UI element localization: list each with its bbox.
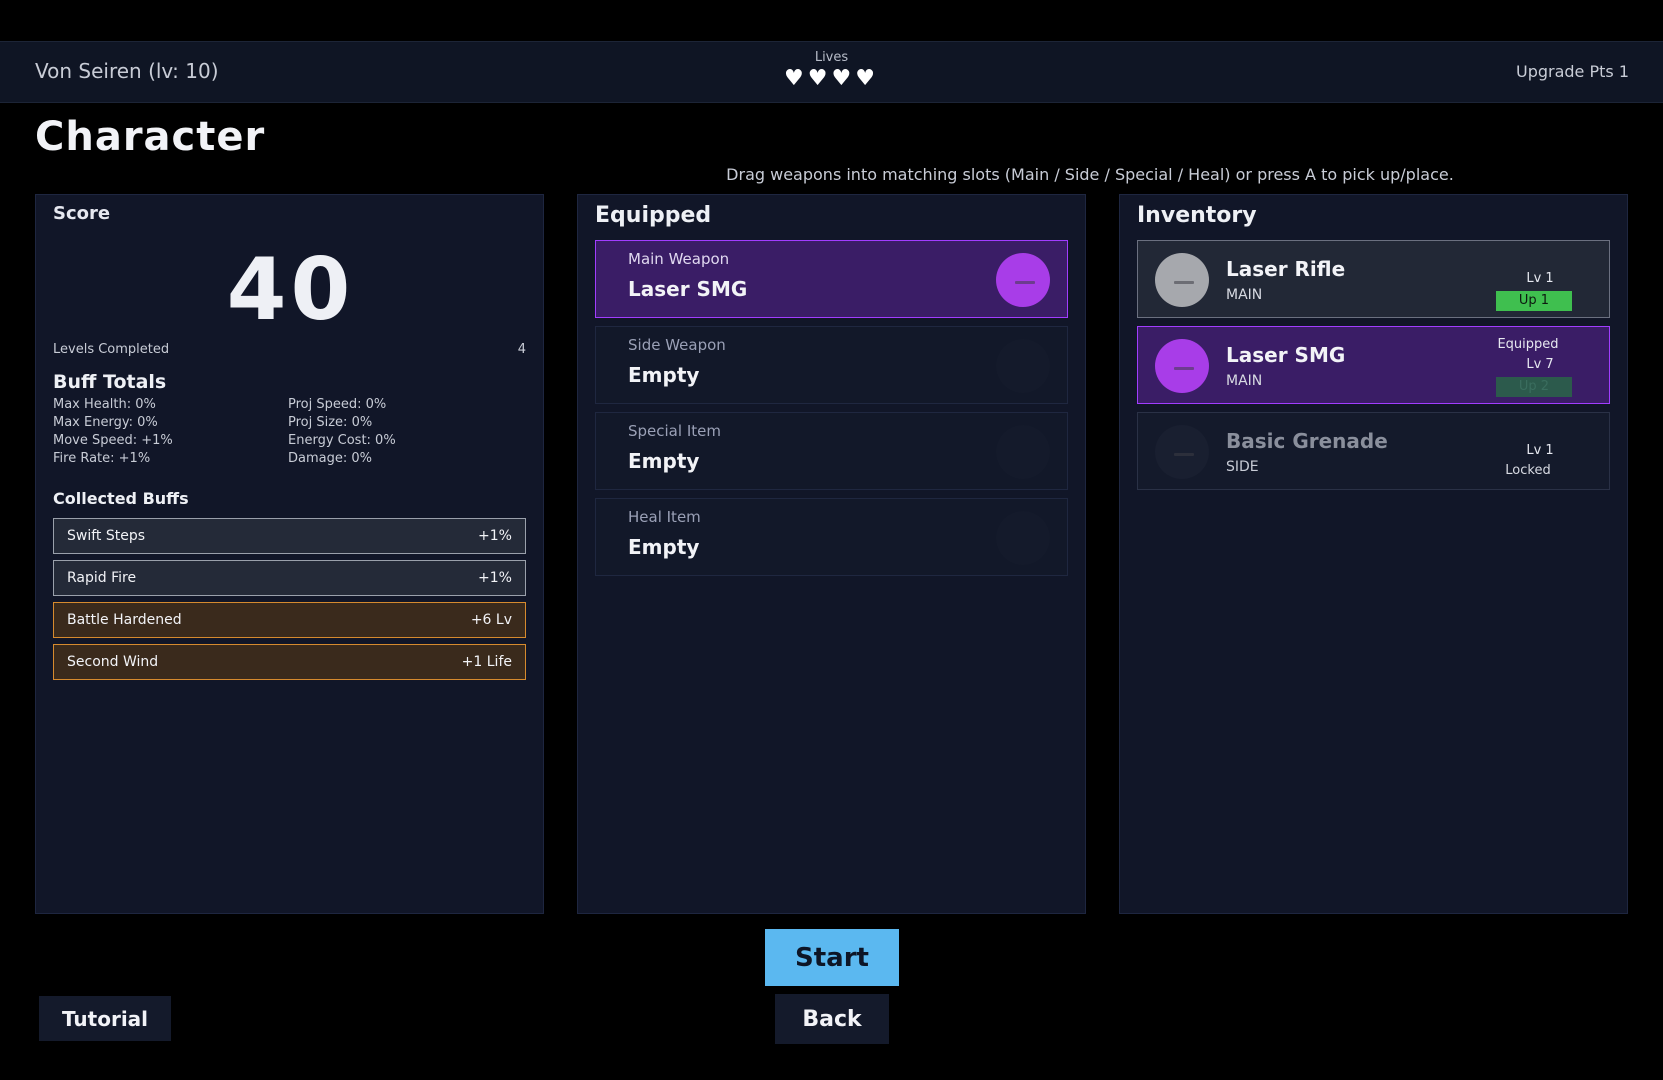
buff-name: Second Wind (67, 654, 159, 670)
buff-totals-grid: Max Health: 0% Proj Speed: 0% Max Energy… (53, 397, 533, 466)
buff-name: Battle Hardened (67, 612, 182, 628)
buff-total-stat: Move Speed: +1% (53, 433, 173, 448)
buff-total-stat: Proj Speed: 0% (288, 397, 387, 412)
tutorial-button[interactable]: Tutorial (39, 996, 171, 1041)
buff-value: +6 Lv (470, 612, 512, 628)
inventory-item-basic-grenade[interactable]: Basic Grenade SIDE Lv 1 Locked (1137, 412, 1610, 490)
side-weapon-slot[interactable]: Side Weapon Empty (595, 326, 1068, 404)
page-title: Character (35, 114, 266, 160)
top-bar: Von Seiren (lv: 10) Lives ♥♥♥♥ Upgrade P… (0, 41, 1663, 103)
levels-completed-row: Levels Completed 4 (53, 342, 526, 357)
slot-value: Empty (628, 535, 700, 559)
upgrade-button[interactable]: Up 2 (1496, 377, 1572, 397)
item-name: Laser SMG (1226, 343, 1346, 367)
buff-total-stat: Max Energy: 0% (53, 415, 158, 430)
buff-value: +1% (478, 528, 512, 544)
slot-value: Laser SMG (628, 277, 748, 301)
equipped-panel: Equipped Main Weapon Laser SMG Side Weap… (577, 194, 1086, 914)
player-name: Von Seiren (lv: 10) (35, 59, 219, 83)
hearts-icon: ♥♥♥♥ (784, 66, 879, 91)
buff-total-stat: Energy Cost: 0% (288, 433, 396, 448)
slot-value: Empty (628, 449, 700, 473)
upgrade-points: Upgrade Pts 1 (1515, 62, 1629, 81)
buff-total-stat: Fire Rate: +1% (53, 451, 151, 466)
weapon-icon (1155, 425, 1209, 479)
levels-completed-label: Levels Completed (53, 342, 170, 357)
start-button[interactable]: Start (765, 929, 899, 986)
empty-slot-icon (996, 425, 1050, 479)
item-status: Equipped Lv 7 Up 2 (1473, 335, 1583, 397)
back-button[interactable]: Back (775, 994, 889, 1044)
collected-buff-item: Second Wind +1 Life (53, 644, 526, 680)
buff-name: Swift Steps (67, 528, 146, 544)
collected-buffs-title: Collected Buffs (53, 489, 189, 508)
score-label: Score (53, 203, 111, 224)
slot-label: Side Weapon (628, 336, 726, 354)
buff-total-stat: Proj Size: 0% (288, 415, 373, 430)
collected-buff-item: Swift Steps +1% (53, 518, 526, 554)
lives-label: Lives (814, 50, 849, 65)
item-level: Lv 1 (1526, 443, 1554, 458)
collected-buffs-list: Swift Steps +1% Rapid Fire +1% Battle Ha… (53, 518, 526, 686)
item-type: SIDE (1226, 459, 1259, 475)
buff-totals-title: Buff Totals (53, 371, 167, 393)
instruction-hint: Drag weapons into matching slots (Main /… (726, 165, 1454, 184)
buff-total-stat: Damage: 0% (288, 451, 372, 466)
item-name: Laser Rifle (1226, 257, 1346, 281)
slot-label: Special Item (628, 422, 721, 440)
buff-total-stat: Max Health: 0% (53, 397, 156, 412)
levels-completed-value: 4 (517, 342, 526, 357)
equipped-title: Equipped (595, 203, 712, 228)
empty-slot-icon (996, 339, 1050, 393)
inventory-panel: Inventory Laser Rifle MAIN Lv 1 Up 1 Las… (1119, 194, 1628, 914)
inventory-title: Inventory (1137, 203, 1257, 228)
collected-buff-item: Rapid Fire +1% (53, 560, 526, 596)
weapon-icon (996, 253, 1050, 307)
inventory-item-laser-rifle[interactable]: Laser Rifle MAIN Lv 1 Up 1 (1137, 240, 1610, 318)
score-value: 40 (226, 240, 355, 340)
upgrade-button[interactable]: Up 1 (1496, 291, 1572, 311)
equipped-badge: Equipped (1497, 337, 1559, 352)
slot-value: Empty (628, 363, 700, 387)
weapon-icon (1155, 253, 1209, 307)
inventory-item-laser-smg[interactable]: Laser SMG MAIN Equipped Lv 7 Up 2 (1137, 326, 1610, 404)
heal-item-slot[interactable]: Heal Item Empty (595, 498, 1068, 576)
slot-label: Main Weapon (628, 250, 730, 268)
buff-value: +1% (478, 570, 512, 586)
item-name: Basic Grenade (1226, 429, 1388, 453)
main-weapon-slot[interactable]: Main Weapon Laser SMG (595, 240, 1068, 318)
special-item-slot[interactable]: Special Item Empty (595, 412, 1068, 490)
item-level: Lv 1 (1526, 271, 1554, 286)
buff-value: +1 Life (461, 654, 512, 670)
weapon-icon (1155, 339, 1209, 393)
item-status: Lv 1 Up 1 (1473, 249, 1583, 311)
empty-slot-icon (996, 511, 1050, 565)
item-type: MAIN (1226, 373, 1263, 389)
item-type: MAIN (1226, 287, 1263, 303)
buff-name: Rapid Fire (67, 570, 137, 586)
slot-label: Heal Item (628, 508, 701, 526)
score-panel: Score 40 Levels Completed 4 Buff Totals … (35, 194, 544, 914)
lives-display: Lives ♥♥♥♥ (760, 50, 903, 91)
collected-buff-item: Battle Hardened +6 Lv (53, 602, 526, 638)
item-status: Lv 1 Locked (1473, 421, 1583, 481)
item-level: Lv 7 (1526, 357, 1554, 372)
locked-label: Locked (1505, 463, 1551, 478)
